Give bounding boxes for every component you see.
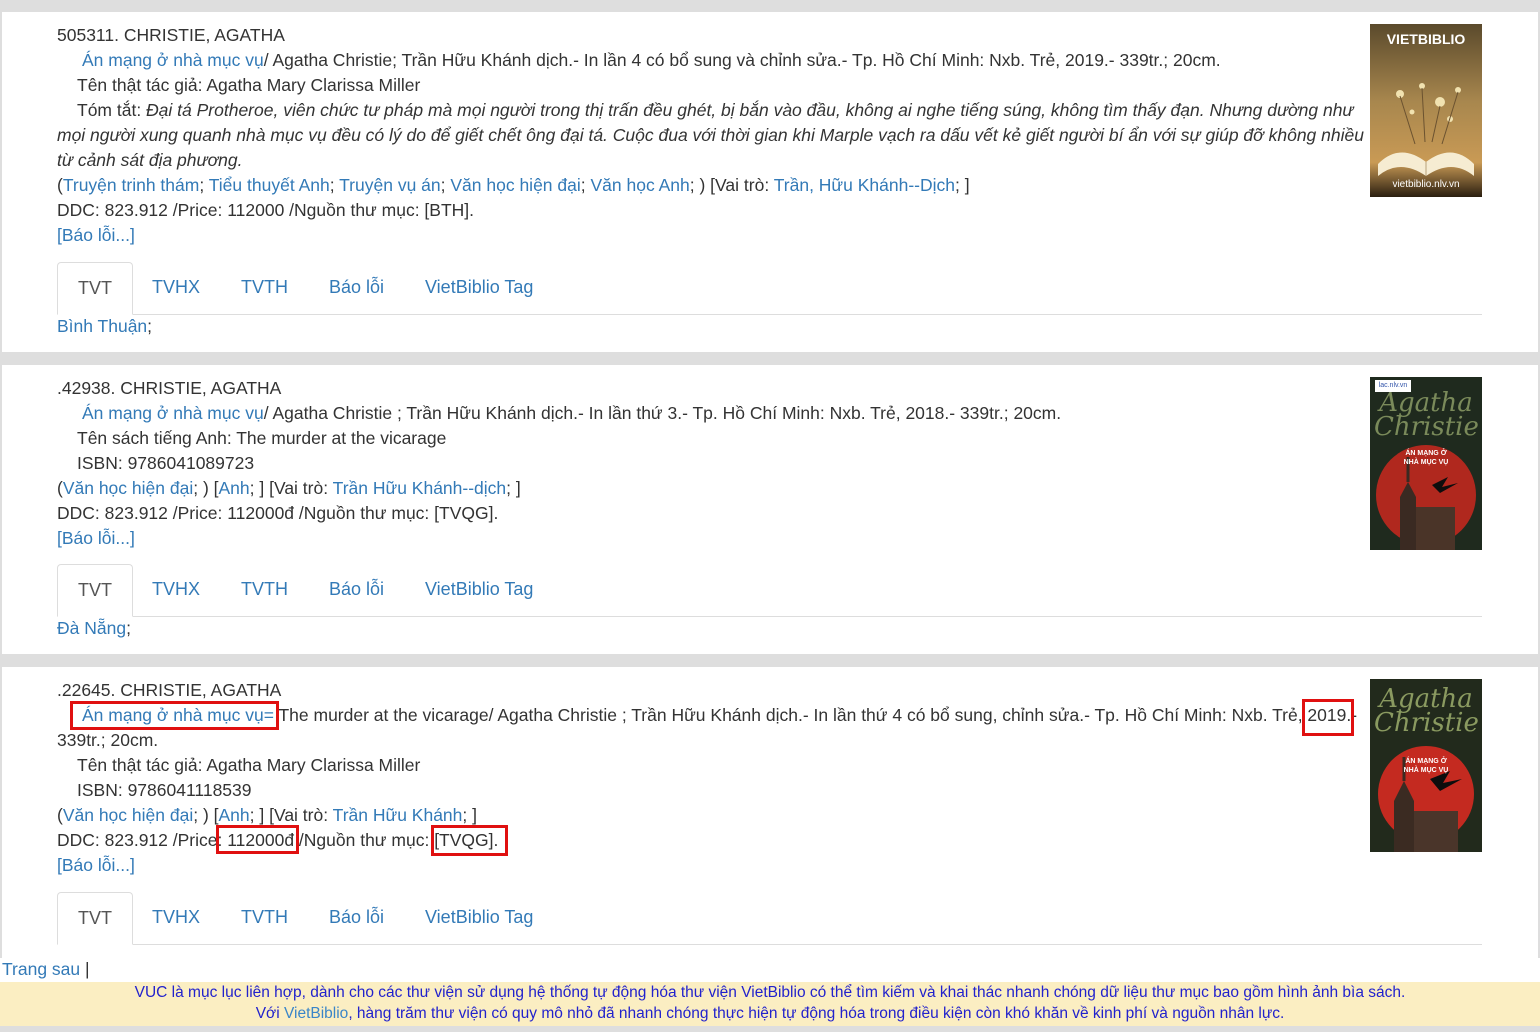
role-label: [Vai trò: xyxy=(269,478,333,498)
vietbiblio-link[interactable]: VietBiblio xyxy=(284,1005,348,1022)
language-link[interactable]: Anh xyxy=(219,805,250,825)
record-subjects: (Văn học hiện đại; ) [Anh; ] [Vai trò: T… xyxy=(57,478,521,498)
tab-vietbiblio-tag[interactable]: VietBiblio Tag xyxy=(405,564,553,616)
record-title-line-2: 339tr.; 20cm. xyxy=(57,730,159,750)
record-title-rest: / Agatha Christie ; Trần Hữu Khánh dịch.… xyxy=(263,403,1062,423)
cover-url: vietbiblio.nlv.vn xyxy=(1392,179,1460,190)
tab-tvhx[interactable]: TVHX xyxy=(132,892,220,944)
library-list: Bình Thuận; xyxy=(57,316,153,336)
record-english-title: Tên sách tiếng Anh: The murder at the vi… xyxy=(77,428,447,448)
record-card-2: .42938. CHRISTIE, AGATHA Án mạng ở nhà m… xyxy=(2,365,1538,654)
role-label: [Vai trò: xyxy=(710,175,774,195)
cover-author: Agatha Christie xyxy=(1374,388,1479,442)
library-tabs: TVT TVHX TVTH Báo lỗi VietBiblio Tag xyxy=(57,564,1482,617)
subject-link[interactable]: Truyện trinh thám xyxy=(63,175,200,195)
subject-link[interactable]: Văn học hiện đại xyxy=(450,175,580,195)
record-title-link[interactable]: Án mạng ở nhà mục vụ xyxy=(82,403,264,423)
record-isbn: ISBN: 9786041089723 xyxy=(77,453,255,473)
language-link[interactable]: Anh xyxy=(219,478,250,498)
book-cover-image[interactable]: VIETBIBLIO vietbiblio.nlv.vn xyxy=(1370,24,1482,197)
record-real-author: Tên thật tác giả: Agatha Mary Clarissa M… xyxy=(77,75,421,95)
record-heading: .42938. CHRISTIE, AGATHA xyxy=(57,378,282,398)
tab-vietbiblio-tag[interactable]: VietBiblio Tag xyxy=(405,892,553,944)
library-tabs: TVT TVHX TVTH Báo lỗi VietBiblio Tag xyxy=(57,262,1482,315)
role-link[interactable]: Trần Hữu Khánh--dịch xyxy=(333,478,507,498)
record-ddc: DDC: 823.912 /Price: 112000 /Nguồn thư m… xyxy=(57,200,475,220)
record-title-link[interactable]: Án mạng ở nhà mục vụ xyxy=(82,50,264,70)
role-label: [Vai trò: xyxy=(269,805,333,825)
library-link[interactable]: Bình Thuận xyxy=(57,316,147,336)
tab-tvth[interactable]: TVTH xyxy=(221,564,308,616)
tab-tvt[interactable]: TVT xyxy=(57,892,133,945)
record-subjects: (Truyện trinh thám; Tiểu thuyết Anh; Tru… xyxy=(57,175,970,195)
library-tabs: TVT TVHX TVTH Báo lỗi VietBiblio Tag xyxy=(57,892,1482,945)
cover-author: Agatha Christie xyxy=(1374,684,1479,738)
role-link[interactable]: Trần Hữu Khánh xyxy=(333,805,463,825)
record-title-line: Án mạng ở nhà mục vụ/ Agatha Christie ; … xyxy=(82,401,1061,426)
footer-info: VUC là mục lục liên hợp, dành cho các th… xyxy=(0,982,1540,1026)
record-title-rest: The murder at the vicarage/ Agatha Chris… xyxy=(273,705,1308,725)
tab-tvhx[interactable]: TVHX xyxy=(132,262,220,314)
library-link[interactable]: Đà Nẵng xyxy=(57,618,126,638)
subject-link[interactable]: Văn học hiện đại xyxy=(63,478,193,498)
tab-bao-loi[interactable]: Báo lỗi xyxy=(309,892,404,944)
next-page-link[interactable]: Trang sau xyxy=(2,959,80,979)
ddc-prefix: DDC: 823.912 /Price: xyxy=(57,830,228,850)
subject-link[interactable]: Văn học Anh xyxy=(591,175,690,195)
record-title-line: Án mạng ở nhà mục vụ/ Agatha Christie; T… xyxy=(82,48,1221,73)
subject-link[interactable]: Truyện vụ án xyxy=(339,175,441,195)
subject-link[interactable]: Tiểu thuyết Anh xyxy=(209,175,330,195)
record-summary: Tóm tắt: Đại tá Protheroe, viên chức tư … xyxy=(57,98,1367,173)
subject-link[interactable]: Văn học hiện đại xyxy=(63,805,193,825)
cover-brand: VIETBIBLIO xyxy=(1386,31,1466,47)
tab-bao-loi[interactable]: Báo lỗi xyxy=(309,262,404,314)
book-cover-image[interactable]: Agatha Christie ÁN MẠNG Ở NHÀ MỤC VỤ xyxy=(1370,679,1482,852)
report-error-link[interactable]: [Báo lỗi...] xyxy=(57,855,135,875)
record-heading: .22645. CHRISTIE, AGATHA xyxy=(57,680,282,700)
tab-bao-loi[interactable]: Báo lỗi xyxy=(309,564,404,616)
book-cover-image[interactable]: lac.nlv.vn Agatha Christie ÁN MẠNG Ở NHÀ… xyxy=(1370,377,1482,550)
ddc-source-label: /Nguồn thư mục: xyxy=(294,830,435,850)
cover-title: ÁN MẠNG Ở NHÀ MỤC VỤ xyxy=(1403,758,1449,774)
summary-label: Tóm tắt: xyxy=(77,100,147,120)
pagination-bar: Trang sau | xyxy=(0,958,1540,982)
tab-tvth[interactable]: TVTH xyxy=(221,892,308,944)
cover-title: ÁN MẠNG Ở NHÀ MỤC VỤ xyxy=(1403,450,1449,466)
record-isbn: ISBN: 9786041118539 xyxy=(77,780,252,800)
footer-text: Với xyxy=(255,1005,284,1022)
library-list: Đà Nẵng; xyxy=(57,618,131,638)
record-real-author: Tên thật tác giả: Agatha Mary Clarissa M… xyxy=(77,755,421,775)
tab-tvth[interactable]: TVTH xyxy=(221,262,308,314)
highlight-year xyxy=(1302,699,1354,736)
highlight-source xyxy=(431,825,508,856)
footer-line-1: VUC là mục lục liên hợp, dành cho các th… xyxy=(134,984,1406,1001)
highlight-price xyxy=(216,825,299,854)
record-ddc: DDC: 823.912 /Price: 112000đ /Nguồn thư … xyxy=(57,503,499,523)
summary-text: Đại tá Protheroe, viên chức tư pháp mà m… xyxy=(57,100,1364,170)
tab-tvt[interactable]: TVT xyxy=(57,564,133,617)
footer-text: , hàng trăm thư viện có quy mô nhỏ đã nh… xyxy=(348,1005,1285,1022)
report-error-link[interactable]: [Báo lỗi...] xyxy=(57,225,135,245)
footer-line-2: Với VietBiblio, hàng trăm thư viện có qu… xyxy=(0,1003,1540,1024)
report-error-link[interactable]: [Báo lỗi...] xyxy=(57,528,135,548)
record-heading: 505311. CHRISTIE, AGATHA xyxy=(57,25,285,45)
tab-tvt[interactable]: TVT xyxy=(57,262,133,315)
highlight-title xyxy=(70,701,279,730)
tab-tvhx[interactable]: TVHX xyxy=(132,564,220,616)
record-card-1: 505311. CHRISTIE, AGATHA Án mạng ở nhà m… xyxy=(2,12,1538,352)
tab-vietbiblio-tag[interactable]: VietBiblio Tag xyxy=(405,262,553,314)
record-card-3: .22645. CHRISTIE, AGATHA Án mạng ở nhà m… xyxy=(2,667,1538,982)
role-link[interactable]: Trần, Hữu Khánh--Dịch xyxy=(774,175,955,195)
record-title-rest: / Agatha Christie; Trần Hữu Khánh dịch.-… xyxy=(263,50,1221,70)
